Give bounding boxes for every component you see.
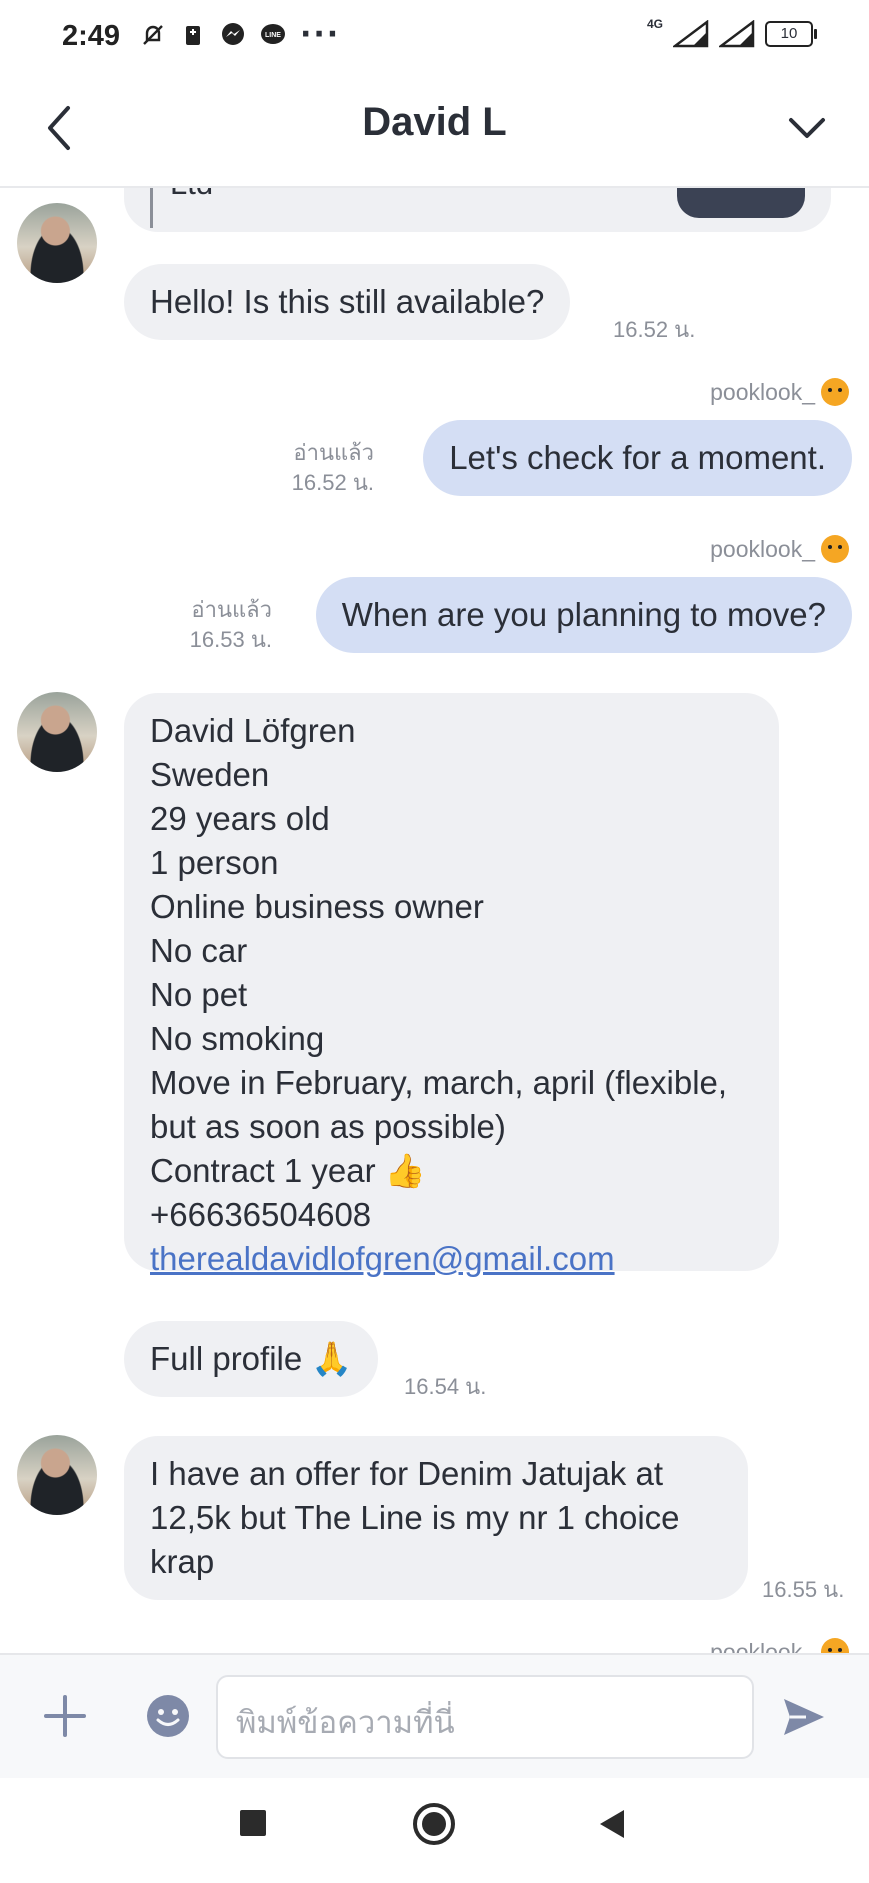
email-link[interactable]: therealdavidlofgren@gmail.com: [150, 1237, 753, 1281]
bell-muted-icon: [143, 25, 163, 45]
profile-line: No smoking: [150, 1020, 325, 1057]
message-time: 16.55 น.: [762, 1577, 845, 1602]
home-icon[interactable]: [412, 1802, 456, 1846]
more-notifications-icon: ···: [300, 17, 341, 52]
back-icon[interactable]: [596, 1808, 626, 1840]
message-bubble-incoming[interactable]: Full profile 🙏: [124, 1321, 379, 1397]
message-bubble-incoming[interactable]: Hello! Is this still available?: [124, 264, 571, 340]
listing-card-text: Ltd: [170, 188, 213, 202]
messenger-icon: [222, 23, 244, 45]
avatar[interactable]: [17, 692, 97, 772]
svg-text:LINE: LINE: [265, 32, 281, 39]
network-type: 4G: [646, 17, 663, 31]
send-icon[interactable]: [780, 1693, 828, 1741]
read-status: อ่านแล้ว 16.52 น.: [291, 440, 374, 495]
message-time: 16.52 น.: [613, 317, 696, 342]
status-notification-icons: LINE ···: [140, 17, 341, 52]
message-bubble-incoming[interactable]: David Löfgren Sweden 29 years old 1 pers…: [124, 693, 779, 1277]
profile-line: David Löfgren: [150, 712, 356, 749]
profile-line: No pet: [150, 976, 248, 1013]
listing-card-button[interactable]: [677, 188, 805, 218]
avatar[interactable]: [17, 203, 97, 283]
emoji-icon[interactable]: [145, 1693, 191, 1739]
sender-name: pooklook_: [710, 378, 849, 406]
tiger-avatar-icon: [821, 535, 849, 563]
message-bubble-incoming[interactable]: I have an offer for Denim Jatujak at 12,…: [124, 1436, 748, 1600]
chat-messages[interactable]: Ltd Hello! Is this still available? 16.5…: [0, 188, 869, 1653]
message-input-bar: พิมพ์ข้อความที่นี่: [0, 1653, 869, 1780]
message-bubble-outgoing[interactable]: When are you planning to move?: [315, 577, 852, 653]
listing-card[interactable]: Ltd: [124, 188, 831, 232]
profile-line: 1 person: [150, 844, 279, 881]
profile-line: Move in February, march, april (flexible…: [150, 1064, 728, 1101]
chevron-down-icon[interactable]: [785, 108, 829, 148]
sender-name: pooklook_: [710, 1638, 849, 1653]
profile-line: Contract 1 year 👍: [150, 1152, 426, 1189]
recent-apps-icon[interactable]: [238, 1808, 268, 1838]
status-bar: 2:49 LINE ··· 4G 10: [0, 0, 869, 78]
profile-line: but as soon as possible): [150, 1108, 506, 1145]
profile-line: No car: [150, 932, 248, 969]
chat-title: David L: [362, 100, 507, 144]
read-status: อ่านแล้ว 16.53 น.: [189, 597, 272, 652]
profile-line: Online business owner: [150, 888, 484, 925]
status-time: 2:49: [62, 20, 121, 52]
battery-level: 10: [780, 25, 798, 42]
message-time: 16.54 น.: [404, 1374, 487, 1399]
chat-header: David L: [0, 78, 869, 188]
avatar[interactable]: [17, 1435, 97, 1515]
profile-line: Sweden: [150, 756, 270, 793]
tiger-avatar-icon: [821, 378, 849, 406]
signal-icon-2: [719, 20, 755, 48]
battery-icon: 10: [765, 21, 817, 47]
status-system-icons: 4G 10: [646, 17, 817, 48]
phone-number[interactable]: +66636504608: [150, 1193, 753, 1237]
signal-icon: [673, 20, 709, 48]
battery-saver-icon: [186, 26, 200, 45]
profile-line: 29 years old: [150, 800, 330, 837]
line-app-icon: LINE: [261, 24, 285, 44]
tiger-avatar-icon: [821, 1638, 849, 1653]
message-bubble-outgoing[interactable]: Let's check for a moment.: [423, 420, 852, 496]
sender-name: pooklook_: [710, 535, 849, 563]
system-nav-bar: [0, 1778, 869, 1883]
quote-bar: [150, 188, 153, 228]
plus-icon[interactable]: [42, 1693, 88, 1739]
message-input[interactable]: พิมพ์ข้อความที่นี่: [216, 1675, 754, 1759]
